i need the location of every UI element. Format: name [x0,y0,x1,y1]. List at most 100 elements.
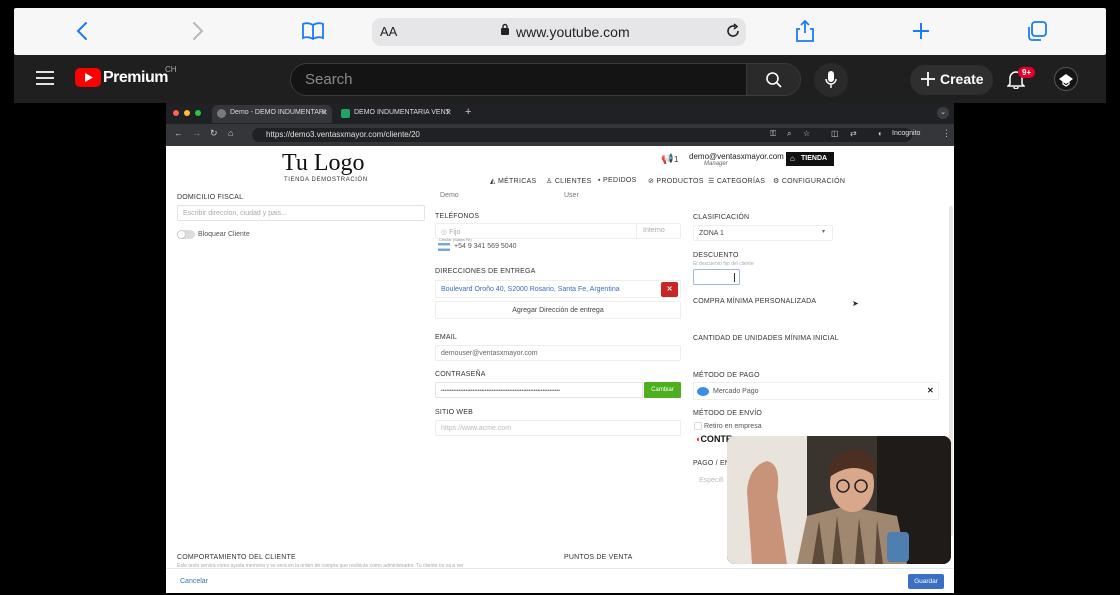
metodo-envio-label: MÉTODO DE ENVÍO [693,410,762,417]
clasificacion-select[interactable]: ZONA 1 ▾ [693,225,833,241]
bookmark-star-icon[interactable]: ☆ [803,129,810,138]
metodo-pago-item[interactable]: Mercado Pago ✕ [693,382,939,400]
youtube-logo-icon[interactable] [75,68,101,92]
retiro-checkbox[interactable] [694,422,702,430]
reload-icon[interactable] [724,22,742,45]
tabs-overview-icon[interactable] [1024,18,1050,44]
nav-label: PRODUCTOS [656,178,704,185]
nav-label: CATEGORÍAS [716,178,766,185]
create-label: Create [940,71,984,87]
new-tab-icon[interactable] [908,18,934,44]
back-arrow-icon[interactable]: ← [174,128,183,138]
domicilio-input[interactable]: Escribir direccion, ciudad y pais... [177,205,425,221]
nav-categorias[interactable]: ☰ CATEGORÍAS [708,177,765,185]
close-tab-icon[interactable]: ✕ [445,108,452,117]
descuento-input[interactable] [693,269,740,285]
megaphone-icon[interactable]: 📢 [661,154,673,165]
compra-minima-label: COMPRA MÍNIMA PERSONALIZADA [693,298,817,305]
translate-icon[interactable]: ⇄ [850,129,857,138]
bookmarks-icon[interactable] [300,18,326,44]
tab-label: DEMO INDUMENTARIA VENT [354,109,450,116]
password-key-icon[interactable]: ⚿ [770,129,776,139]
cambiar-button[interactable]: Cambiar [644,382,681,398]
descuento-label: DESCUENTO [693,252,739,259]
last-name-value[interactable]: User [564,192,579,199]
direcciones-label: DIRECCIONES DE ENTREGA [435,268,536,275]
safari-toolbar: AA www.youtube.com [14,8,1106,55]
nav-configuracion[interactable]: ⚙ CONFIGURACIÓN [773,177,845,185]
share-icon[interactable] [792,18,818,44]
fijo-placeholder: Fijo [449,229,461,236]
clasificacion-label: CLASIFICACIÓN [693,214,750,221]
phone-icon: ◎ [441,229,450,236]
domicilio-label: DOMICILIO FISCAL [177,194,244,201]
tienda-label: TIENDA [801,155,828,162]
email-input[interactable]: demouser@ventasxmayor.com [435,345,681,361]
voice-search-button[interactable] [814,63,848,97]
new-tab-plus-icon[interactable]: + [465,106,471,118]
chart-icon: ◭ [490,178,498,185]
store-logo[interactable]: Tu Logo [282,150,364,177]
phone-value[interactable]: +54 9 341 569 5040 [454,243,516,250]
nav-pedidos[interactable]: ▪ PEDIDOS [598,177,637,184]
nav-productos[interactable]: ⊘ PRODUCTOS [648,177,704,185]
forward-icon[interactable] [184,18,210,44]
first-name-value[interactable]: Demo [440,192,459,199]
chrome-menu-icon[interactable]: ⋮ [942,128,951,139]
back-icon[interactable] [70,18,96,44]
minimize-window-button[interactable] [184,110,190,116]
search-button[interactable] [746,63,801,96]
reload-icon[interactable]: ↻ [210,128,218,139]
forward-arrow-icon[interactable]: → [192,128,201,138]
reader-aa-button[interactable]: AA [380,24,397,39]
tab-label: Demo - DEMO INDUMENTARI [230,109,326,116]
address-text: www.youtube.com [516,24,630,40]
sheets-favicon-icon [341,109,350,118]
store-subtitle: TIENDA DEMOSTRACIÓN [284,177,368,183]
metodo-pago-label: MÉTODO DE PAGO [693,372,760,379]
argentina-flag-icon [438,243,450,251]
bloquear-toggle[interactable] [177,230,195,239]
menu-icon[interactable] [36,70,54,91]
especificar-input[interactable]: Especifi [699,477,724,484]
text-cursor [734,273,735,282]
tab-demo-indumentaria-ventas[interactable]: DEMO INDUMENTARIA VENT ✕ [336,105,456,123]
agregar-direccion-button[interactable]: Agregar Dirección de entrega [435,301,681,319]
toggle-knob [177,230,186,239]
youtube-premium-label: Premium [103,69,168,86]
nav-metricas[interactable]: ◭ MÉTRICAS [490,177,537,185]
delete-direccion-button[interactable]: ✕ [661,282,678,297]
avatar[interactable] [1054,67,1078,91]
maximize-window-button[interactable] [195,110,201,116]
user-email[interactable]: demo@ventasxmayor.com [689,152,784,161]
notifications-badge: 9+ [1018,67,1036,78]
tienda-button[interactable]: ⌂ TIENDA [786,152,834,166]
direccion-item[interactable]: Boulevard Oroño 40, S2000 Rosario, Santa… [435,280,681,298]
interno-input[interactable]: Interno [636,224,665,238]
home-icon[interactable]: ⌂ [228,128,233,138]
puntos-venta-label: PUNTOS DE VENTA [564,554,633,561]
zona-value: ZONA 1 [699,230,724,237]
url-field[interactable]: https://demo3.ventasxmayor.com/cliente/2… [252,128,912,142]
zoom-icon[interactable]: ⌕ [787,129,791,139]
webcam-overlay [727,436,951,564]
create-button[interactable]: Create [910,65,993,95]
telefonos-label: TELÉFONOS [435,213,480,220]
screenshot-icon[interactable]: ◫ [831,129,839,138]
guardar-button[interactable]: Guardar [908,574,944,589]
search-input[interactable]: Search [290,63,748,96]
address-bar[interactable]: AA www.youtube.com [372,18,746,46]
chevron-down-icon: ▾ [822,229,826,235]
tab-search-chevron-icon[interactable]: ⌄ [937,107,949,119]
close-tab-icon[interactable]: ✕ [321,108,328,117]
sitio-web-input[interactable]: https://www.acme.com [435,420,681,436]
remove-pago-icon[interactable]: ✕ [927,386,934,395]
close-window-button[interactable] [173,110,179,116]
country-code: CH [165,65,177,74]
bloquear-label: Bloquear Cliente [198,231,250,238]
nav-clientes[interactable]: ♙ CLIENTES [546,177,591,185]
password-input[interactable]: ••••••••••••••••••••••••••••••••••••••••… [435,382,643,398]
contrasena-label: CONTRASEÑA [435,371,486,378]
cancelar-link[interactable]: Cancelar [180,578,208,585]
tab-demo-indumentaria[interactable]: Demo - DEMO INDUMENTARI ✕ [212,105,332,123]
